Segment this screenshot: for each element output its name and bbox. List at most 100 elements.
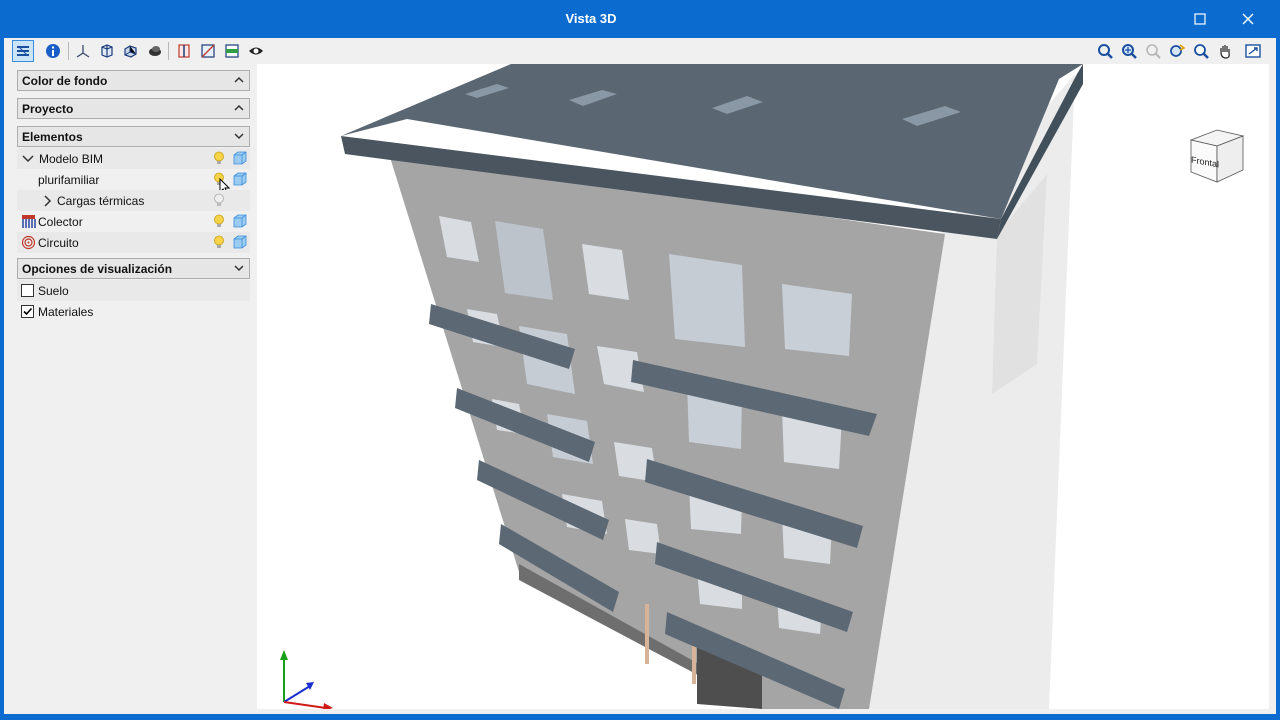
zoom-window-button[interactable] [1142,40,1164,62]
window-title: Vista 3D [565,11,617,26]
render-button[interactable] [144,40,166,62]
chevron-down-icon [234,265,244,272]
section-title: Elementos [22,130,83,144]
y-axis [283,685,311,703]
close-button[interactable] [1225,0,1271,38]
window [625,519,661,554]
zoom-button[interactable] [1190,40,1212,62]
window [782,284,852,356]
fit-screen-button[interactable] [1242,40,1264,62]
maximize-icon [1194,13,1206,25]
toolbar [4,38,1276,64]
section-title: Opciones de visualización [22,262,173,276]
section-title: Color de fondo [22,74,108,88]
section-display-options[interactable]: Opciones de visualización [17,258,250,279]
orbit-button[interactable] [1166,40,1188,62]
tree-item-label: Modelo BIM [39,152,104,166]
tree-item-plurifamiliar[interactable]: plurifamiliar [17,169,250,196]
cube-icon[interactable] [233,151,247,165]
chevron-down-icon[interactable] [22,153,34,165]
tree-item-label: Cargas térmicas [57,194,145,208]
section-title: Proyecto [22,102,74,116]
toolbar-separator [68,42,69,60]
zoom-all-icon [1122,44,1137,59]
window [669,254,745,347]
collector-icon [22,215,36,228]
visibility-button[interactable] [245,40,267,62]
fit-screen-icon [1245,44,1261,58]
tree-item-colector[interactable]: Colector [17,211,250,232]
cube-icon[interactable] [233,172,247,186]
zoom-icon [1194,44,1209,59]
lightbulb-icon[interactable] [213,235,225,250]
layers-panel-icon [17,45,29,57]
option-label: Suelo [38,284,69,298]
pan-icon [1220,45,1230,59]
wireframe-icon [101,44,113,58]
lightbulb-icon[interactable] [213,151,225,166]
section-project[interactable]: Proyecto [17,98,250,119]
solid-view-icon [124,45,137,58]
materiales-checkbox[interactable] [21,305,34,318]
toolbar-separator [168,42,169,60]
layers-panel-button[interactable] [12,40,34,62]
tree-item-label: Colector [38,215,83,229]
undo-view-icon [1098,44,1113,59]
chevron-up-icon [234,104,244,111]
client-area: Color de fondo Proyecto Elementos Modelo… [4,38,1276,714]
window [582,244,629,300]
app-window: Vista 3D Color de fondo Proyecto Element… [0,0,1280,720]
chevron-down-icon [234,133,244,140]
axis-gizmo [280,650,333,709]
axes-button[interactable] [72,40,94,62]
lightbulb-off-icon[interactable] [213,193,225,208]
clip-box-button[interactable] [197,40,219,62]
suelo-checkbox[interactable] [21,284,34,297]
z-axis-arrow [280,650,288,660]
section-cut-icon [178,44,190,58]
tree-item-modelo-bim[interactable]: Modelo BIM [17,148,250,169]
lightbulb-icon[interactable] [213,214,225,229]
section-elements[interactable]: Elementos [17,126,250,147]
tree-item-circuito[interactable]: Circuito [17,232,250,253]
x-axis [283,701,327,709]
floor-plan-button[interactable] [221,40,243,62]
cube-icon[interactable] [233,235,247,249]
maximize-button[interactable] [1177,0,1223,38]
visibility-icon [249,47,263,55]
close-icon [1242,13,1254,25]
orbit-icon [1170,44,1185,57]
floor-plan-icon [225,44,239,58]
clip-box-icon [201,44,215,58]
view-cube[interactable]: Frontal [1187,126,1247,186]
zoom-all-button[interactable] [1118,40,1140,62]
section-cut-button[interactable] [173,40,195,62]
side-panel: Color de fondo Proyecto Elementos Modelo… [4,64,257,714]
tree-item-label: Circuito [38,236,79,250]
render-icon [149,46,161,56]
option-suelo[interactable]: Suelo [17,280,250,301]
solid-view-button[interactable] [120,40,142,62]
checkmark-icon [23,307,33,316]
tree-item-label: plurifamiliar [38,173,100,187]
info-icon [46,44,60,58]
wireframe-button[interactable] [96,40,118,62]
option-label: Materiales [38,305,94,319]
title-bar[interactable]: Vista 3D [0,0,1280,38]
tree-item-cargas-termicas[interactable]: Cargas térmicas [17,190,250,211]
section-background-color[interactable]: Color de fondo [17,70,250,91]
chevron-right-icon[interactable] [41,195,53,207]
circuit-icon [21,235,36,250]
info-button[interactable] [42,40,64,62]
cube-icon[interactable] [233,214,247,228]
chevron-up-icon [234,76,244,83]
undo-view-button[interactable] [1094,40,1116,62]
status-bar [4,709,1276,714]
entrance-jamb [645,604,649,664]
building-model [341,64,1083,709]
option-materiales[interactable]: Materiales [17,301,250,322]
3d-viewport[interactable]: Frontal [257,64,1269,709]
axes-icon [76,45,90,58]
pan-button[interactable] [1214,40,1236,62]
zoom-window-icon [1146,44,1161,59]
